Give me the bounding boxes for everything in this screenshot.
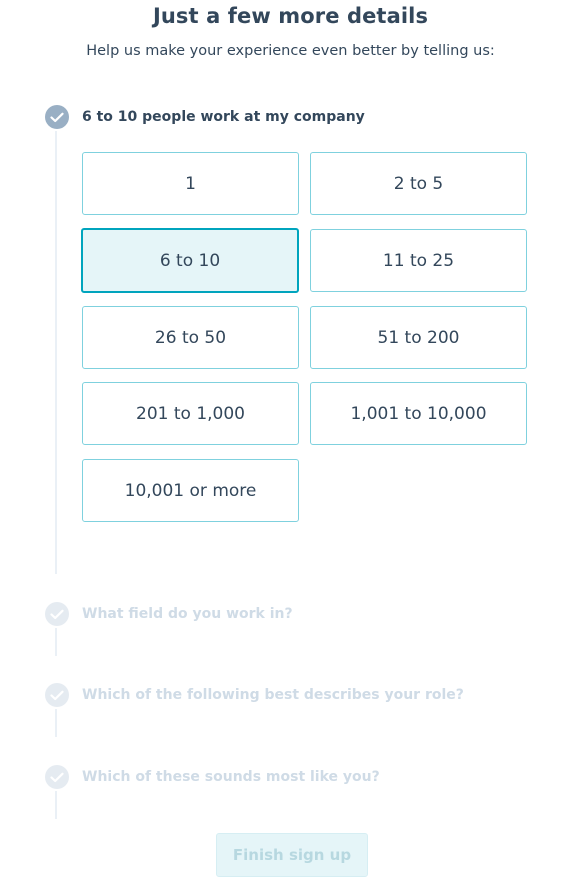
step-connector [55,709,57,737]
company-size-option-1001-10000[interactable]: 1,001 to 10,000 [310,382,527,445]
step-role-label: Which of the following best describes yo… [82,687,464,703]
finish-signup-button[interactable]: Finish sign up [216,833,368,877]
step-persona-label: Which of these sounds most like you? [82,769,380,785]
company-size-option-1[interactable]: 1 [82,152,299,215]
check-icon [45,765,69,789]
page-title: Just a few more details [152,4,429,28]
page-subtitle: Help us make your experience even better… [86,43,495,59]
company-size-option-6-10[interactable]: 6 to 10 [81,228,299,293]
company-size-option-26-50[interactable]: 26 to 50 [82,306,299,369]
check-icon [45,105,69,129]
step-connector [55,791,57,819]
step-field-label: What field do you work in? [82,606,293,622]
check-icon [45,602,69,626]
step-company-size-label[interactable]: 6 to 10 people work at my company [82,109,365,125]
company-size-option-201-1000[interactable]: 201 to 1,000 [82,382,299,445]
step-connector [55,628,57,656]
company-size-option-10001-plus[interactable]: 10,001 or more [82,459,299,522]
check-icon [45,683,69,707]
company-size-option-2-5[interactable]: 2 to 5 [310,152,527,215]
company-size-option-11-25[interactable]: 11 to 25 [310,229,527,292]
company-size-option-51-200[interactable]: 51 to 200 [310,306,527,369]
step-connector [55,131,57,574]
